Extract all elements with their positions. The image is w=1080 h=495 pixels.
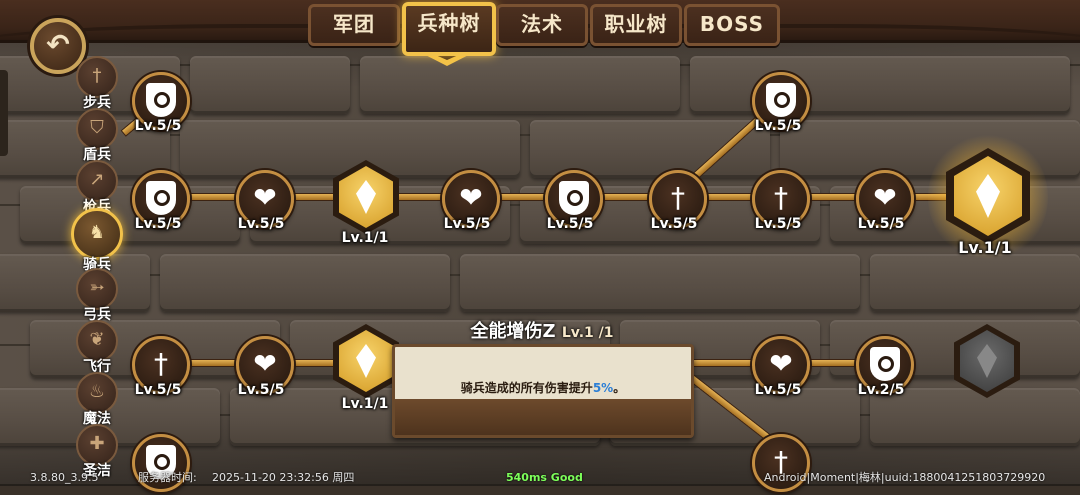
tooltip-title: 全能增伤Z Lv.1 /1 [470,321,614,342]
edge-handle[interactable] [0,70,8,156]
node-level: Lv.5/5 [754,216,802,232]
sword-icon: † [774,181,788,214]
node-level: Lv.5/5 [134,382,182,398]
heart-icon: ❤ [769,347,793,380]
shield-icon [870,347,900,381]
device-info: Android|Moment|梅林|uuid:18800412518037299… [764,471,1046,484]
wall-brick [870,254,1080,312]
back-arrow-icon: ↶ [46,28,70,61]
sword-icon: † [154,347,168,380]
skill-tooltip: 骑兵造成的所有伤害提升5%。 全能增伤Z Lv.1 /1 [392,318,694,438]
tooltip-description: 骑兵造成的所有伤害提升5%。 [460,381,626,395]
shield-icon [559,181,589,215]
node-level: Lv.5/5 [134,118,182,134]
heart-icon: ❤ [253,181,277,214]
gem-icon [356,180,376,214]
wall-brick [160,254,450,312]
ping-status: 540ms Good [506,471,583,484]
side-nav-archer[interactable]: ➳ 弓兵 [74,268,120,323]
node-level: Lv.5/5 [134,216,182,232]
node-level: Lv.5/5 [443,216,491,232]
node-level: Lv.5/5 [857,216,905,232]
node-level: Lv.1/1 [958,238,1012,257]
node-level: Lv.5/5 [237,382,285,398]
side-nav-shield[interactable]: ⛉ 盾兵 [74,108,120,163]
node-level: Lv.5/5 [754,118,802,134]
gem-icon [976,174,1000,218]
server-time-label: 服务器时间: [138,471,197,484]
node-level: Lv.1/1 [341,230,389,246]
node-level: Lv.5/5 [650,216,698,232]
side-nav-spear[interactable]: ↗ 枪兵 [74,160,120,215]
wall-brick [460,254,860,312]
tab-class-tree[interactable]: 职业树 [590,4,682,46]
tooltip-panel-footer [395,399,691,435]
shield-icon [146,181,176,215]
heart-icon: ❤ [253,347,277,380]
tab-spells[interactable]: 法术 [496,4,588,46]
node-level: Lv.5/5 [546,216,594,232]
debug-status-bar: 3.8.80_3.9.5 服务器时间: 2025-11-20 23:32:56 … [0,470,1080,486]
side-nav-infantry[interactable]: † 步兵 [74,56,120,111]
tooltip-panel: 骑兵造成的所有伤害提升5%。 [392,344,694,438]
node-level: Lv.2/5 [857,382,905,398]
gem-icon [356,344,376,378]
heart-icon: ❤ [459,181,483,214]
sword-icon: † [671,181,685,214]
tab-unit-tree[interactable]: 兵种树 [402,2,496,56]
server-datetime: 2025-11-20 23:32:56 周四 [212,471,355,484]
side-nav-magic[interactable]: ♨ 魔法 [74,372,120,427]
node-level: Lv.5/5 [237,216,285,232]
node-level: Lv.5/5 [754,382,802,398]
tab-boss[interactable]: BOSS [684,4,780,46]
gem-icon [977,344,997,378]
shield-icon [146,83,176,117]
side-nav-flying[interactable]: ❦ 飞行 [74,320,120,375]
shield-icon [766,83,796,117]
tab-legion[interactable]: 军团 [308,4,400,46]
heart-icon: ❤ [873,181,897,214]
version-text: 3.8.80_3.9.5 [30,471,99,484]
side-nav-holy[interactable]: ✚ 圣洁 [74,424,120,479]
